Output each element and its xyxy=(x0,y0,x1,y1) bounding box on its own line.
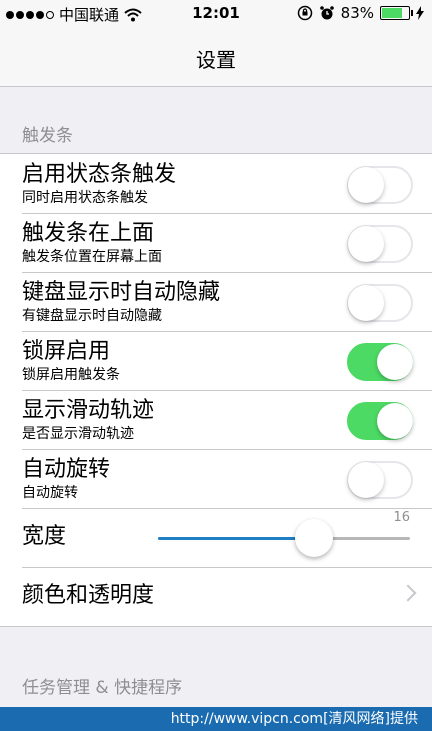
alarm-clock-icon xyxy=(319,6,334,20)
chevron-right-icon xyxy=(399,584,417,602)
setting-row-color-opacity[interactable]: 颜色和透明度 xyxy=(0,567,432,626)
settings-group-trigger: 启用状态条触发 同时启用状态条触发 触发条在上面 触发条位置在屏幕上面 键盘显示… xyxy=(0,153,432,627)
setting-title: 触发条在上面 xyxy=(22,221,155,246)
width-label: 宽度 xyxy=(22,524,67,549)
setting-subtitle: 锁屏启用触发条 xyxy=(22,367,120,383)
setting-title: 显示滑动轨迹 xyxy=(22,398,155,423)
setting-row-status-bar-trigger: 启用状态条触发 同时启用状态条触发 xyxy=(0,154,432,213)
color-opacity-label: 颜色和透明度 xyxy=(22,583,155,608)
setting-row-lock-screen: 锁屏启用 锁屏启用触发条 xyxy=(0,331,432,390)
setting-row-auto-rotate: 自动旋转 自动旋转 xyxy=(0,449,432,508)
width-value: 16 xyxy=(393,510,410,525)
lock-screen-enable-toggle[interactable] xyxy=(347,343,413,381)
navigation-bar: 设置 xyxy=(0,28,432,87)
setting-row-width: 宽度 16 xyxy=(0,508,432,567)
battery-percentage: 83% xyxy=(340,4,374,22)
status-right: 83% xyxy=(297,4,424,22)
keyboard-auto-hide-toggle[interactable] xyxy=(347,284,413,322)
setting-subtitle: 同时启用状态条触发 xyxy=(22,190,148,206)
setting-subtitle: 触发条位置在屏幕上面 xyxy=(22,249,162,265)
auto-rotate-toggle[interactable] xyxy=(347,461,413,499)
setting-title: 自动旋转 xyxy=(22,457,111,482)
width-slider[interactable] xyxy=(158,519,410,557)
status-bar-trigger-toggle[interactable] xyxy=(347,166,413,204)
setting-title: 键盘显示时自动隐藏 xyxy=(22,280,221,305)
section-header-task-management: 任务管理 & 快捷程序 xyxy=(22,678,183,698)
trigger-on-top-toggle[interactable] xyxy=(347,225,413,263)
setting-title: 启用状态条触发 xyxy=(22,162,177,187)
setting-row-keyboard-auto-hide: 键盘显示时自动隐藏 有键盘显示时自动隐藏 xyxy=(0,272,432,331)
setting-subtitle: 是否显示滑动轨迹 xyxy=(22,426,134,442)
width-slider-fill xyxy=(158,537,315,540)
charging-bolt-icon xyxy=(416,6,424,20)
setting-subtitle: 有键盘显示时自动隐藏 xyxy=(22,308,162,324)
section-header-trigger-bar: 触发条 xyxy=(22,126,73,146)
setting-row-swipe-trail: 显示滑动轨迹 是否显示滑动轨迹 xyxy=(0,390,432,449)
rotation-lock-icon xyxy=(297,5,312,21)
battery-icon xyxy=(380,6,413,20)
page-title: 设置 xyxy=(196,48,236,72)
width-slider-handle[interactable] xyxy=(295,519,334,557)
swipe-trail-toggle[interactable] xyxy=(347,402,413,440)
setting-row-trigger-on-top: 触发条在上面 触发条位置在屏幕上面 xyxy=(0,213,432,272)
watermark-banner: http://www.vipcn.com[清风网络]提供 xyxy=(0,707,432,731)
status-bar: 中国联通 12:01 83% xyxy=(0,0,432,28)
setting-title: 锁屏启用 xyxy=(22,339,111,364)
setting-subtitle: 自动旋转 xyxy=(22,485,78,501)
